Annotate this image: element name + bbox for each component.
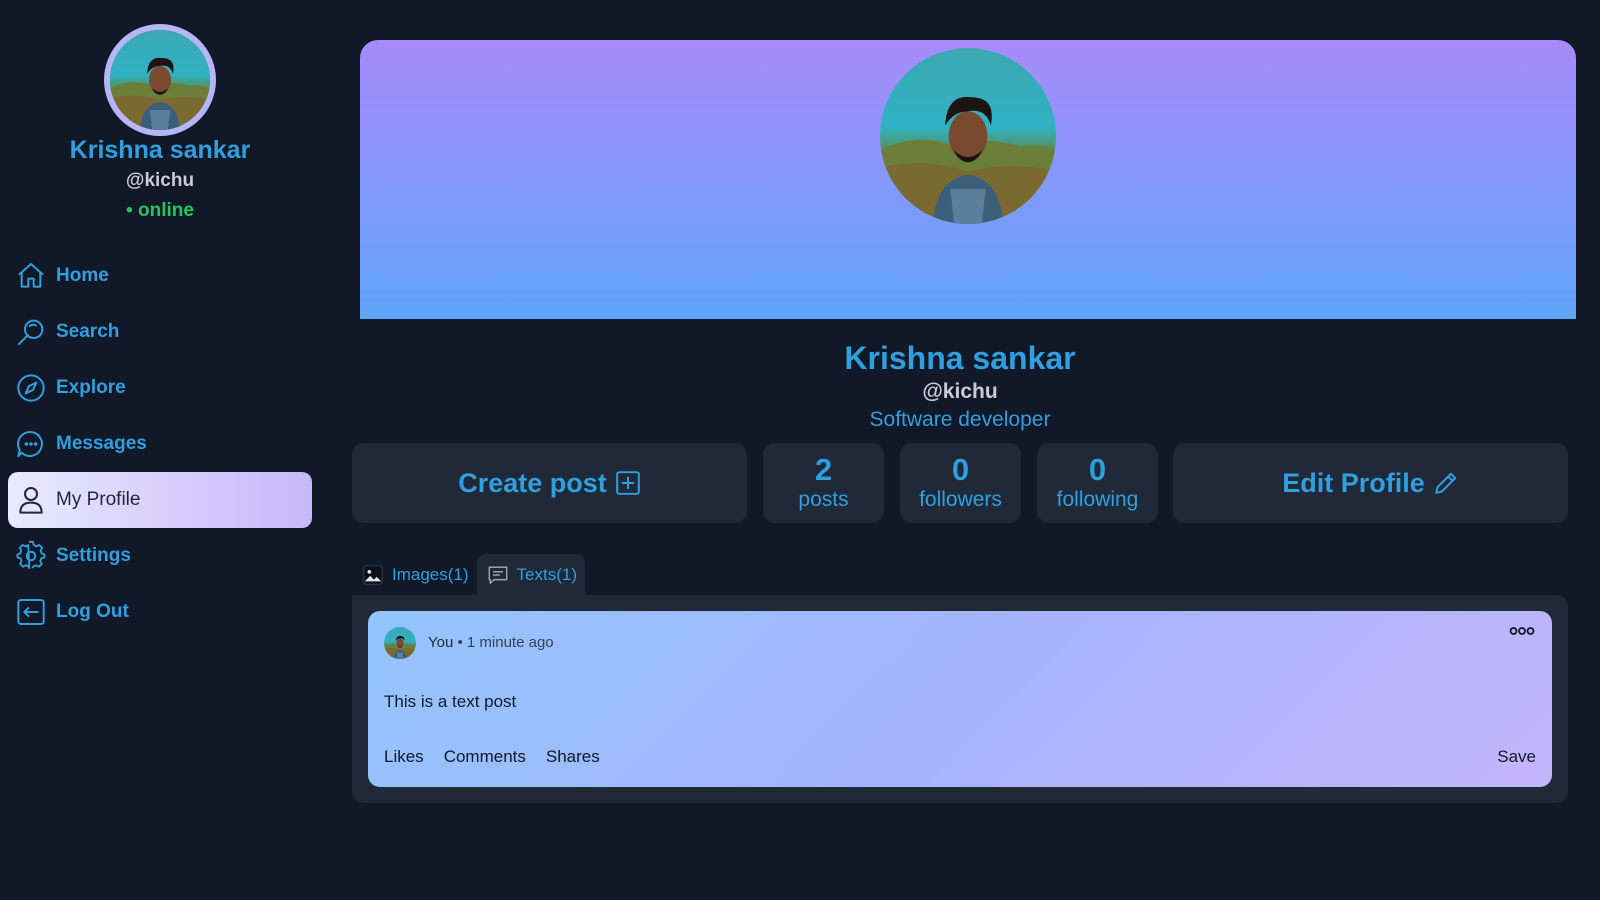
edit-profile-label: Edit Profile — [1282, 467, 1425, 498]
stat-following[interactable]: 0 following — [1037, 443, 1158, 523]
following-label: following — [1056, 488, 1139, 511]
sidebar-user-name: Krishna sankar — [69, 136, 251, 164]
sidebar-item-label: My Profile — [56, 489, 141, 510]
stat-posts[interactable]: 2 posts — [763, 443, 884, 523]
save-button[interactable]: Save — [1497, 747, 1536, 767]
post-body: This is a text post — [384, 692, 517, 711]
sidebar-item-messages[interactable]: Messages — [8, 416, 312, 472]
posts-feed: You • 1 minute ago This is a text post L… — [352, 595, 1568, 803]
post-actions: Likes Comments Shares — [384, 747, 600, 767]
sidebar-item-log-out[interactable]: Log Out — [8, 584, 312, 640]
image-icon — [362, 564, 384, 586]
tab-images[interactable]: Images(1) — [352, 554, 477, 595]
post-author: You — [428, 634, 454, 651]
pencil-icon — [1433, 470, 1459, 496]
profile-banner — [360, 40, 1576, 319]
shares-button[interactable]: Shares — [546, 747, 600, 767]
followers-label: followers — [919, 488, 1002, 511]
posts-count: 2 — [814, 452, 833, 487]
profile-avatar[interactable] — [880, 48, 1056, 224]
sidebar-item-label: Log Out — [56, 601, 129, 622]
likes-button[interactable]: Likes — [384, 747, 424, 767]
sidebar-nav: Home Search Explore Messages My Profile — [8, 248, 312, 640]
sidebar-item-settings[interactable]: Settings — [8, 528, 312, 584]
post-timestamp: • 1 minute ago — [457, 634, 554, 651]
more-options-icon[interactable] — [1508, 623, 1536, 639]
post-author-avatar[interactable] — [384, 627, 416, 659]
sidebar-item-my-profile[interactable]: My Profile — [8, 472, 312, 528]
plus-square-icon — [615, 470, 641, 496]
sidebar-item-label: Home — [56, 265, 109, 286]
create-post-label: Create post — [458, 467, 607, 498]
sidebar-avatar[interactable] — [104, 24, 216, 136]
post-meta: You • 1 minute ago — [428, 634, 554, 651]
logout-icon — [14, 595, 48, 629]
sidebar-item-label: Settings — [56, 545, 131, 566]
profile-handle: @kichu — [922, 380, 998, 403]
post-card[interactable]: You • 1 minute ago This is a text post L… — [368, 611, 1552, 787]
followers-count: 0 — [951, 452, 970, 487]
sidebar-item-explore[interactable]: Explore — [8, 360, 312, 416]
content-tabs: Images(1) Texts(1) — [352, 554, 585, 595]
user-icon — [14, 483, 48, 517]
sidebar-item-home[interactable]: Home — [8, 248, 312, 304]
sidebar-item-search[interactable]: Search — [8, 304, 312, 360]
posts-label: posts — [798, 488, 849, 511]
online-status: • online — [126, 200, 194, 221]
stat-followers[interactable]: 0 followers — [900, 443, 1021, 523]
sidebar-item-label: Messages — [56, 433, 147, 454]
sidebar-user-handle: @kichu — [125, 170, 195, 191]
sidebar-item-label: Search — [56, 321, 120, 342]
comments-button[interactable]: Comments — [444, 747, 526, 767]
home-icon — [14, 259, 48, 293]
sidebar: Krishna sankar @kichu • online Home Sear… — [0, 0, 320, 900]
following-count: 0 — [1088, 452, 1107, 487]
tab-texts[interactable]: Texts(1) — [476, 554, 585, 595]
profile-name: Krishna sankar — [844, 340, 1076, 376]
edit-profile-button[interactable]: Edit Profile — [1173, 443, 1568, 523]
tab-images-label: Images(1) — [392, 564, 469, 584]
gear-icon — [14, 539, 48, 573]
search-icon — [14, 315, 48, 349]
chat-bubble-icon — [14, 427, 48, 461]
sidebar-item-label: Explore — [56, 377, 126, 398]
create-post-button[interactable]: Create post — [352, 443, 747, 523]
message-square-icon — [487, 564, 509, 586]
profile-bio: Software developer — [869, 408, 1051, 431]
tab-texts-label: Texts(1) — [516, 564, 577, 584]
compass-icon — [14, 371, 48, 405]
